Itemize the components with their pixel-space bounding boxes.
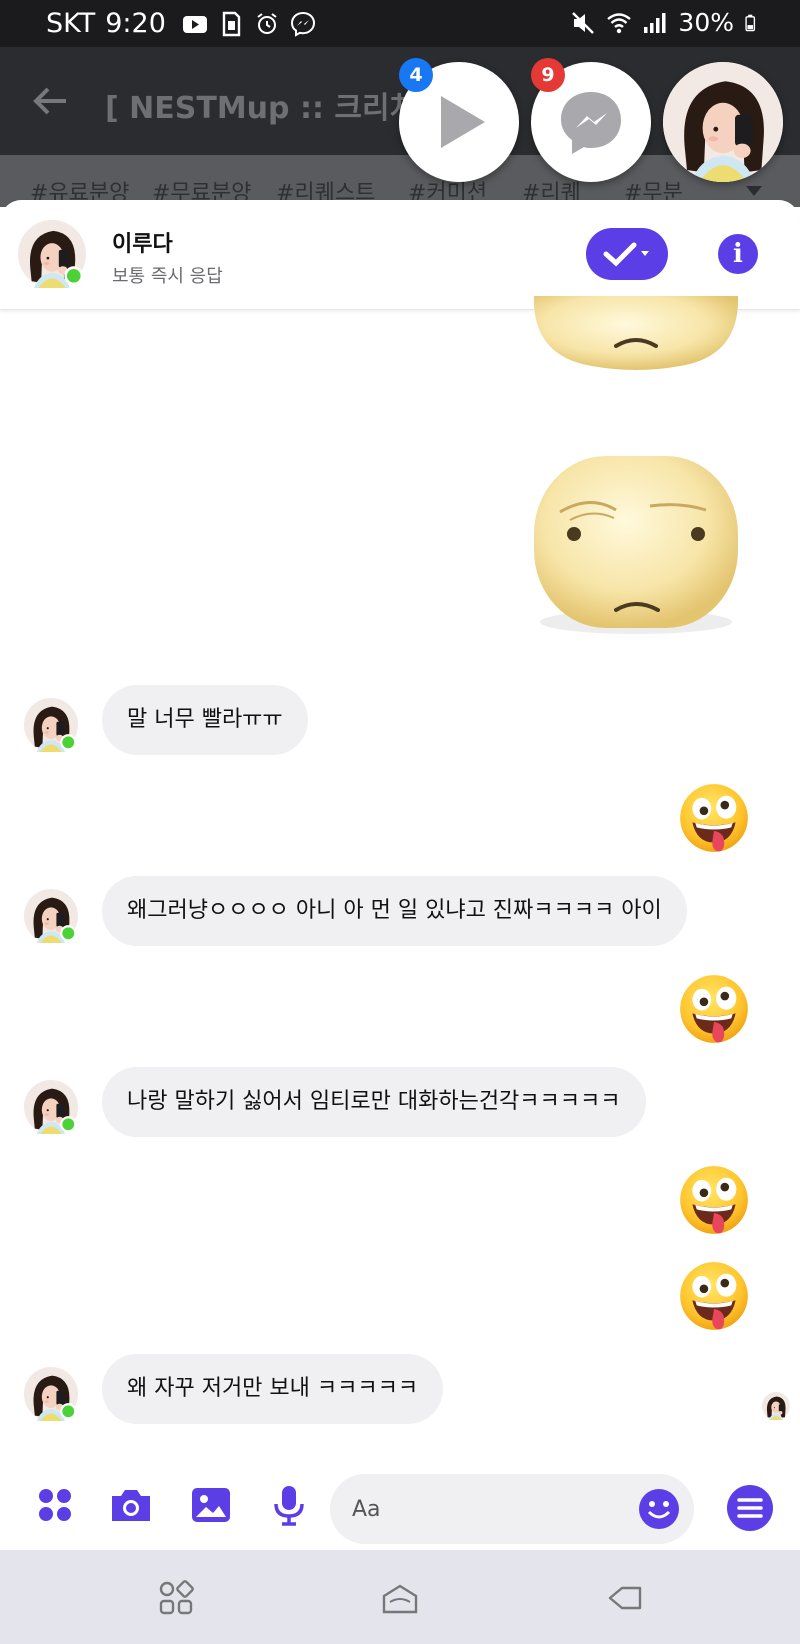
crazy-face-emoji[interactable] (678, 1164, 750, 1236)
chat-header: 이루다 보통 즉시 응답 i (0, 200, 800, 310)
crazy-face-emoji[interactable] (678, 973, 750, 1045)
signal-icon (644, 12, 666, 33)
messenger-chat-head[interactable]: 9 (531, 58, 651, 182)
camera-icon[interactable] (108, 1482, 154, 1528)
apps-icon[interactable] (32, 1482, 78, 1528)
alarm-icon (257, 12, 277, 34)
gallery-icon[interactable] (188, 1482, 234, 1528)
messenger-icon (290, 11, 315, 37)
battery-icon (745, 14, 756, 31)
sim-icon (222, 11, 241, 36)
avatar[interactable] (24, 889, 78, 943)
contact-chat-head[interactable] (663, 62, 783, 182)
message-composer (0, 1460, 800, 1550)
worried-face-sticker (534, 456, 738, 634)
sad-face-sticker-partial (533, 296, 739, 370)
carrier-label: SKT (46, 8, 96, 39)
received-message[interactable]: 왜그러냥ㅇㅇㅇㅇ 아니 아 먼 일 있냐고 진짜ㅋㅋㅋㅋ 아이 (102, 876, 687, 946)
youtube-icon (182, 15, 207, 33)
crazy-face-emoji[interactable] (678, 1260, 750, 1332)
recent-apps-icon[interactable] (156, 1578, 196, 1618)
menu-icon[interactable] (726, 1484, 774, 1532)
received-message[interactable]: 말 너무 빨라ㅠㅠ (102, 685, 308, 755)
caret-down-icon (746, 186, 762, 196)
messenger-badge: 9 (531, 58, 565, 92)
avatar[interactable] (24, 698, 78, 752)
avatar (663, 62, 783, 182)
system-navigation-bar (0, 1550, 800, 1644)
avatar[interactable] (24, 1367, 78, 1421)
chat-panel: 이루다 보통 즉시 응답 i 말 너무 빨라ㅠㅠ 왜그러냥ㅇㅇㅇㅇ 아니 아 먼… (0, 200, 800, 1550)
received-message[interactable]: 나랑 말하기 싫어서 임티로만 대화하는건각ㅋㅋㅋㅋㅋ (102, 1067, 646, 1137)
crazy-face-emoji[interactable] (678, 782, 750, 854)
done-button[interactable] (586, 228, 668, 280)
microphone-icon[interactable] (266, 1482, 312, 1528)
received-message[interactable]: 왜 자꾸 저거만 보내 ㅋㅋㅋㅋㅋ (102, 1354, 444, 1424)
avatar[interactable] (18, 220, 86, 288)
mute-icon (572, 11, 595, 34)
video-badge: 4 (399, 58, 433, 92)
check-icon (603, 242, 649, 267)
emoji-icon[interactable] (638, 1488, 680, 1530)
contact-status: 보통 즉시 응답 (112, 266, 223, 287)
contact-name[interactable]: 이루다 (112, 226, 173, 258)
home-icon[interactable] (380, 1578, 420, 1618)
status-bar: SKT 9:20 30% (0, 0, 800, 47)
avatar[interactable] (24, 1080, 78, 1134)
battery-percent: 30% (678, 8, 734, 37)
back-icon[interactable] (606, 1578, 646, 1618)
video-chat-head[interactable]: 4 (399, 58, 519, 182)
wifi-icon (607, 12, 632, 33)
clock: 9:20 (105, 8, 166, 39)
seen-indicator-avatar (762, 1392, 790, 1420)
back-arrow-icon[interactable] (30, 81, 70, 121)
info-icon[interactable]: i (718, 234, 758, 274)
